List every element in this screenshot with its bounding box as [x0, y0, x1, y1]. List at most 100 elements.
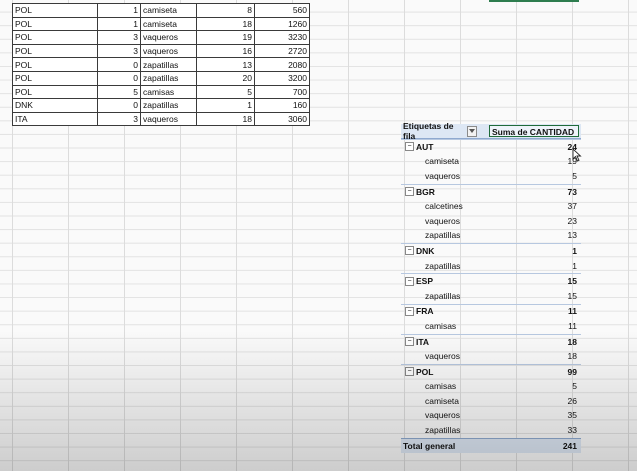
- cell-total[interactable]: 560: [254, 3, 310, 18]
- cell-color[interactable]: 3: [97, 30, 141, 45]
- collapse-minus-icon[interactable]: −: [405, 367, 414, 377]
- pivot-item-row[interactable]: calcetines 37: [401, 199, 581, 214]
- cell-color[interactable]: 1: [97, 3, 141, 18]
- table-row[interactable]: POL 5 camisas 5 700: [12, 84, 310, 100]
- cell-country[interactable]: POL: [12, 16, 98, 32]
- pivot-body: − AUT 24 camiseta 19 vaqueros 5− BGR 73 calcetine…: [401, 139, 581, 438]
- cell-color[interactable]: 3: [97, 111, 141, 127]
- pivot-group-total: 1: [572, 245, 577, 256]
- cell-qty[interactable]: 16: [196, 43, 255, 59]
- pivot-table[interactable]: Etiquetas de fila Suma de CANTIDAD − AUT 2…: [401, 121, 581, 454]
- cell-country[interactable]: ITA: [12, 111, 98, 127]
- pivot-group-name: DNK: [416, 245, 435, 256]
- table-row[interactable]: ITA 3 vaqueros 18 3060: [12, 111, 310, 127]
- cell-qty[interactable]: 19: [196, 30, 255, 45]
- pivot-group-row[interactable]: − POL 99: [401, 363, 581, 380]
- table-row[interactable]: DNK 0 zapatillas 1 160: [12, 98, 310, 113]
- pivot-group-row[interactable]: − BGR 73: [401, 183, 581, 200]
- cell-color[interactable]: 0: [97, 98, 141, 113]
- pivot-item-row[interactable]: vaqueros 35: [401, 409, 581, 424]
- cell-color[interactable]: 0: [97, 70, 141, 86]
- cell-qty[interactable]: 5: [196, 84, 255, 100]
- pivot-group-name: ESP: [416, 276, 434, 287]
- cell-product[interactable]: camiseta: [140, 16, 197, 32]
- cell-country[interactable]: POL: [12, 57, 98, 72]
- pivot-item-row[interactable]: camisas 5: [401, 380, 581, 395]
- selected-cell-indicator: [489, 0, 579, 2]
- pivot-item-value: 26: [567, 395, 577, 406]
- cell-qty[interactable]: 18: [196, 16, 255, 32]
- table-row[interactable]: POL 1 camiseta 18 1260: [12, 16, 310, 32]
- table-row[interactable]: POL 0 zapatillas 13 2080: [12, 57, 310, 72]
- pivot-group-row[interactable]: − DNK 1: [401, 243, 581, 259]
- cell-total[interactable]: 3200: [254, 70, 310, 86]
- move-cursor-icon: [572, 148, 582, 162]
- cell-total[interactable]: 160: [254, 98, 310, 113]
- cell-product[interactable]: zapatillas: [140, 98, 197, 113]
- pivot-group-row[interactable]: − FRA 11: [401, 303, 581, 320]
- pivot-item-row[interactable]: vaqueros 5: [401, 169, 581, 184]
- cell-color[interactable]: 5: [97, 84, 141, 100]
- pivot-item-row[interactable]: camisas 11: [401, 319, 581, 334]
- cell-product[interactable]: camisas: [140, 84, 197, 100]
- pivot-item-row[interactable]: camiseta 19: [401, 155, 581, 170]
- pivot-item-row[interactable]: zapatillas 1: [401, 259, 581, 274]
- cell-country[interactable]: DNK: [12, 98, 98, 113]
- collapse-minus-icon[interactable]: −: [405, 276, 414, 286]
- pivot-group-label: − AUT: [401, 142, 537, 152]
- pivot-item-row[interactable]: zapatillas 13: [401, 229, 581, 244]
- table-row[interactable]: POL 1 camiseta 8 560: [12, 3, 310, 18]
- pivot-item-row[interactable]: zapatillas 33: [401, 423, 581, 438]
- pivot-group-name: AUT: [416, 141, 434, 152]
- pivot-item-label: zapatillas: [425, 230, 461, 241]
- pivot-group-label: − DNK: [401, 246, 537, 256]
- cell-product[interactable]: camiseta: [140, 3, 197, 18]
- cell-total[interactable]: 700: [254, 84, 310, 100]
- pivot-group-row[interactable]: − ESP 15: [401, 273, 581, 289]
- cell-total[interactable]: 3060: [254, 111, 310, 127]
- cell-qty[interactable]: 13: [196, 57, 255, 72]
- table-row[interactable]: POL 3 vaqueros 19 3230: [12, 30, 310, 45]
- cell-country[interactable]: POL: [12, 3, 98, 18]
- pivot-group-label: − ESP: [401, 276, 537, 286]
- cell-country[interactable]: POL: [12, 30, 98, 45]
- pivot-group-row[interactable]: − ITA 18: [401, 333, 581, 350]
- cell-total[interactable]: 2720: [254, 43, 310, 59]
- cell-product[interactable]: vaqueros: [140, 43, 197, 59]
- cell-total[interactable]: 2080: [254, 57, 310, 72]
- cell-color[interactable]: 0: [97, 57, 141, 72]
- pivot-grand-total-label: Total general: [403, 440, 456, 451]
- collapse-minus-icon[interactable]: −: [405, 142, 414, 152]
- collapse-minus-icon[interactable]: −: [405, 246, 414, 256]
- collapse-minus-icon[interactable]: −: [405, 337, 414, 347]
- cell-qty[interactable]: 1: [196, 98, 255, 113]
- pivot-value-header[interactable]: Suma de CANTIDAD: [489, 125, 579, 137]
- table-row[interactable]: POL 0 zapatillas 20 3200: [12, 70, 310, 86]
- cell-qty[interactable]: 8: [196, 3, 255, 18]
- cell-country[interactable]: POL: [12, 70, 98, 86]
- cell-total[interactable]: 3230: [254, 30, 310, 45]
- cell-total[interactable]: 1260: [254, 16, 310, 32]
- pivot-row-label-header[interactable]: Etiquetas de fila: [401, 121, 477, 141]
- pivot-item-row[interactable]: zapatillas 15: [401, 289, 581, 304]
- cell-product[interactable]: zapatillas: [140, 70, 197, 86]
- pivot-group-row[interactable]: − AUT 24: [401, 139, 581, 155]
- cell-country[interactable]: POL: [12, 43, 98, 59]
- cell-qty[interactable]: 18: [196, 111, 255, 127]
- cell-country[interactable]: POL: [12, 84, 98, 100]
- cell-qty[interactable]: 20: [196, 70, 255, 86]
- pivot-item-row[interactable]: camiseta 26: [401, 394, 581, 409]
- collapse-minus-icon[interactable]: −: [405, 306, 414, 316]
- cell-color[interactable]: 3: [97, 43, 141, 59]
- cell-product[interactable]: vaqueros: [140, 30, 197, 45]
- collapse-minus-icon[interactable]: −: [405, 187, 414, 197]
- cell-product[interactable]: vaqueros: [140, 111, 197, 127]
- pivot-item-label: vaqueros: [425, 351, 460, 362]
- pivot-item-row[interactable]: vaqueros 23: [401, 214, 581, 229]
- cell-product[interactable]: zapatillas: [140, 57, 197, 72]
- filter-dropdown-icon[interactable]: [466, 125, 477, 137]
- table-row[interactable]: POL 3 vaqueros 16 2720: [12, 43, 310, 59]
- pivot-item-row[interactable]: vaqueros 18: [401, 349, 581, 364]
- pivot-grand-total-row[interactable]: Total general 241: [401, 437, 581, 454]
- cell-color[interactable]: 1: [97, 16, 141, 32]
